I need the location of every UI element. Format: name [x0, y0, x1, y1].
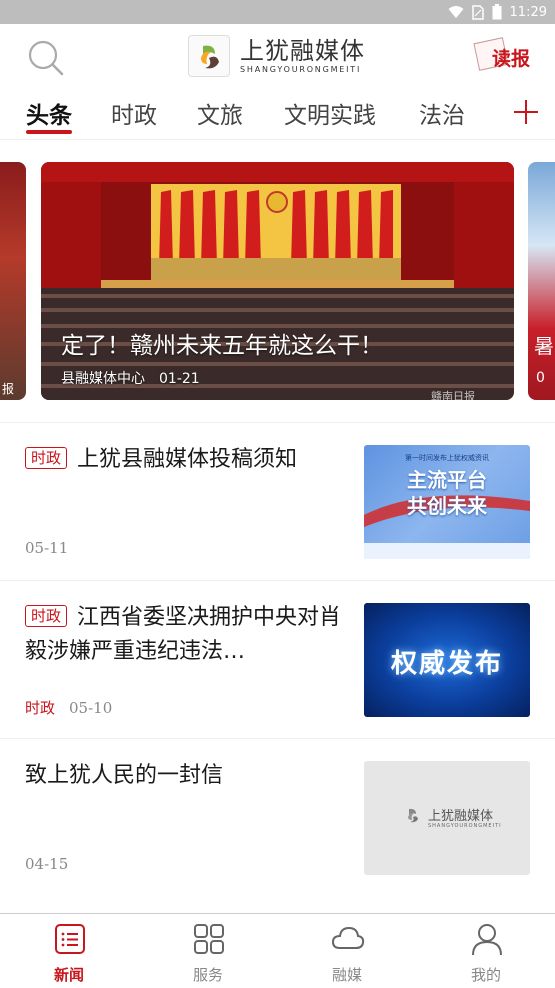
- news-category: 时政: [25, 699, 56, 717]
- news-list: 时政 上犹县融媒体投稿须知 05-11 第一时间发布上犹权威资讯 主流平台 共创未…: [0, 422, 555, 896]
- news-title: 致上犹人民的一封信: [25, 763, 224, 788]
- user-icon: [472, 924, 502, 956]
- nav-news[interactable]: 新闻: [0, 914, 138, 988]
- status-icons: 11:29: [448, 2, 547, 22]
- status-bar: 11:29: [0, 0, 555, 24]
- category-tag: 时政: [25, 447, 68, 469]
- status-time: 11:29: [509, 4, 547, 20]
- sim-icon: [471, 4, 484, 20]
- news-title: 上犹县融媒体投稿须知: [77, 447, 298, 472]
- news-date: 05-10: [69, 699, 113, 717]
- carousel-title: 定了！赣州未来五年就这么干！: [61, 333, 383, 359]
- logo-mark-icon: [408, 808, 418, 823]
- tab-civilization-practice[interactable]: 文明实践: [284, 96, 376, 130]
- carousel-slide-prev[interactable]: 报: [0, 162, 26, 400]
- nav-label: 我的: [470, 966, 501, 984]
- grid-icon: [194, 924, 224, 954]
- tab-culture-tourism[interactable]: 文旅: [197, 96, 243, 130]
- nav-label: 服务: [192, 966, 223, 984]
- search-icon: [28, 40, 64, 76]
- nav-profile[interactable]: 我的: [417, 914, 555, 988]
- active-tab-indicator: [26, 130, 72, 134]
- carousel-source: 县融媒体中心: [61, 371, 145, 387]
- read-newspaper-button[interactable]: 读报: [473, 37, 536, 78]
- list-item[interactable]: 时政 江西省委坚决拥护中央对肖毅涉嫌严重违纪违法… 时政 05-10 权威发布: [0, 580, 555, 738]
- app-logo: 上犹融媒体 SHANGYOURONGMEITI: [188, 32, 365, 80]
- cloud-icon: [331, 926, 365, 949]
- tab-headlines[interactable]: 头条: [26, 96, 72, 130]
- tab-rule-of-law[interactable]: 法治: [419, 96, 465, 130]
- wifi-icon: [448, 6, 464, 18]
- read-newspaper-label: 读报: [492, 48, 531, 70]
- logo-mark-icon: [188, 35, 230, 77]
- add-channel-icon[interactable]: [512, 98, 540, 126]
- nav-label: 新闻: [53, 966, 84, 984]
- app-name: 上犹融媒体: [240, 37, 365, 65]
- carousel-slide-main[interactable]: 定了！赣州未来五年就这么干！ 县融媒体中心 01-21 赣南日报: [41, 162, 514, 400]
- news-date: 04-15: [25, 855, 69, 873]
- news-thumbnail: 权威发布: [364, 603, 530, 717]
- news-icon: [55, 924, 85, 954]
- carousel-date: 01-21: [159, 371, 200, 387]
- headline-carousel[interactable]: 报 定了！赣州未来五年就这么干！ 县融媒体中心 01-21 赣南日报 暑 0: [0, 162, 555, 400]
- news-date: 05-11: [25, 539, 69, 557]
- carousel-slide-next[interactable]: 暑 0: [528, 162, 555, 400]
- app-header: 上犹融媒体 SHANGYOURONGMEITI 读报: [0, 24, 555, 88]
- list-item[interactable]: 致上犹人民的一封信 04-15 上犹融媒体 SHANGYOURONGMEITI: [0, 738, 555, 896]
- list-item[interactable]: 时政 上犹县融媒体投稿须知 05-11 第一时间发布上犹权威资讯 主流平台 共创未…: [0, 422, 555, 580]
- bottom-navigation: 新闻 服务 融媒 我的: [0, 913, 555, 988]
- news-thumbnail: 上犹融媒体 SHANGYOURONGMEITI: [364, 761, 530, 875]
- image-watermark: 赣南日报: [431, 390, 475, 400]
- channel-tabs: 头条 时政 文旅 文明实践 法治: [0, 90, 555, 140]
- nav-services[interactable]: 服务: [139, 914, 277, 988]
- app-name-en: SHANGYOURONGMEITI: [240, 65, 362, 74]
- nav-label: 融媒: [331, 966, 362, 984]
- carousel-meta: 县融媒体中心 01-21: [61, 368, 200, 388]
- search-button[interactable]: [24, 36, 66, 78]
- tab-politics[interactable]: 时政: [111, 96, 157, 130]
- news-title: 江西省委坚决拥护中央对肖毅涉嫌严重违纪违法…: [25, 605, 342, 664]
- nav-media[interactable]: 融媒: [278, 914, 416, 988]
- battery-icon: [492, 4, 502, 20]
- news-thumbnail: 第一时间发布上犹权威资讯 主流平台 共创未来: [364, 445, 530, 559]
- conference-hall-image: [41, 162, 514, 400]
- category-tag: 时政: [25, 605, 68, 627]
